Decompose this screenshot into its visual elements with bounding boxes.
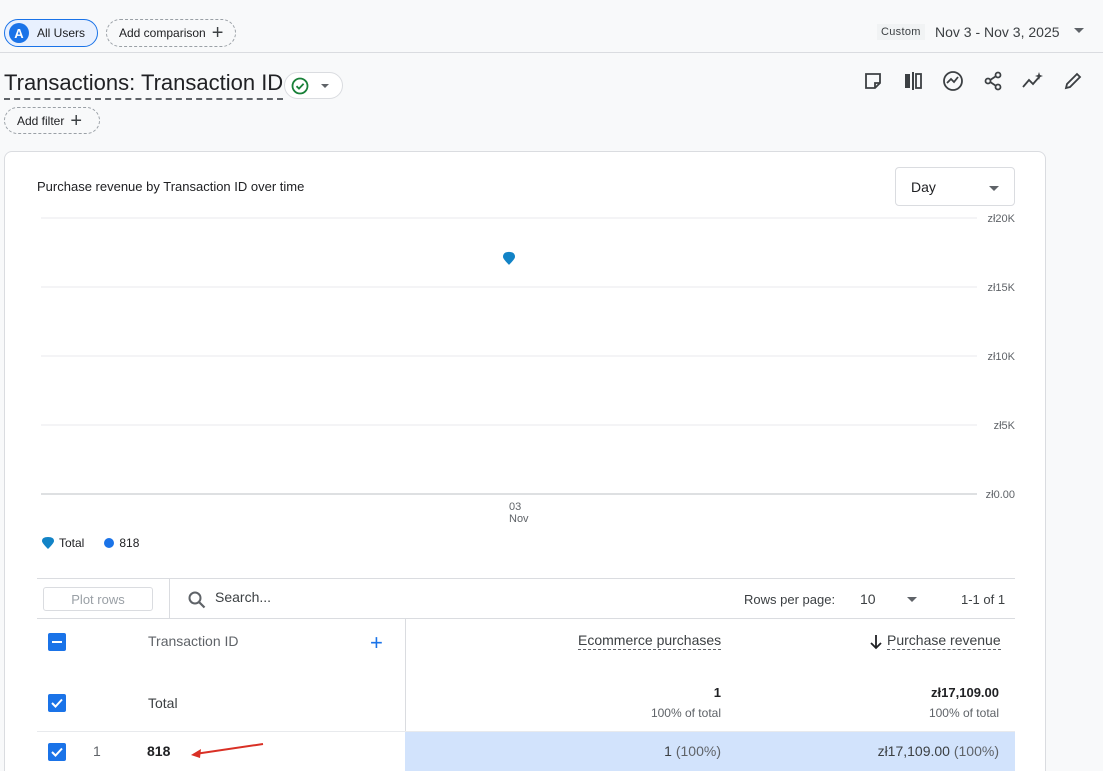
purchases-value: 1 [664,743,672,759]
x-tick-label: Nov [509,513,529,525]
line-chart: zł20K zł15K zł10K zł5K zł0.00 03Nov [41,213,1016,525]
data-point-total[interactable] [503,251,515,265]
segment-avatar: A [9,23,29,43]
rows-per-page-select[interactable]: 10 [860,591,876,607]
purchases-percent: (100%) [675,743,721,759]
date-range-picker[interactable]: Nov 3 - Nov 3, 2025 [935,24,1060,40]
check-icon [51,747,63,757]
column-header-purchase-revenue[interactable]: Purchase revenue [887,632,1001,650]
add-filter-button[interactable]: Add filter + [4,107,100,134]
total-label: Total [148,695,178,711]
rows-per-page-label: Rows per page: [744,592,836,607]
indeterminate-icon [52,641,62,643]
share-icon[interactable] [982,70,1004,92]
add-comparison-button[interactable]: Add comparison + [106,19,236,47]
compare-icon[interactable] [902,70,924,92]
check-circle-icon [291,77,309,95]
page-title[interactable]: Transactions: Transaction ID [4,70,284,100]
column-header-ecommerce-purchases[interactable]: Ecommerce purchases [578,632,722,650]
add-comparison-label: Add comparison [119,26,206,40]
chevron-down-icon[interactable] [1074,28,1084,33]
legend-total-marker [42,537,54,549]
revenue-cell: zł17,109.00 (100%) [878,743,999,759]
total-purchases-percent: 100% of total [650,706,721,720]
table-toolbar: Plot rows Rows per page: 10 1-1 of 1 [37,578,1015,619]
legend-total-label: Total [59,536,85,550]
y-tick-label: zł0.00 [986,489,1015,501]
row-index: 1 [93,743,101,759]
edit-icon[interactable] [1062,70,1084,92]
note-icon[interactable] [862,70,884,92]
divider [405,619,406,731]
search-icon [188,591,206,609]
add-dimension-icon[interactable]: + [370,632,383,654]
y-tick-label: zł5K [994,420,1016,432]
segment-label: All Users [37,26,86,40]
plus-icon: + [211,22,224,44]
trend-icon[interactable] [1022,70,1044,92]
total-revenue: zł17,109.00 [931,685,999,700]
annotation-arrow [191,743,264,758]
x-tick-label: 03 [509,501,521,513]
y-tick-label: zł15K [987,282,1015,294]
chart-legend: Total 818 [41,536,139,550]
report-card: Purchase revenue by Transaction ID over … [4,151,1046,771]
select-all-checkbox[interactable] [48,633,66,651]
transaction-id-cell[interactable]: 818 [147,743,170,759]
revenue-value: zł17,109.00 [877,743,950,759]
table-header: Transaction ID + Ecommerce purchases Pur… [37,619,1015,731]
legend-series-marker [104,538,115,548]
insights-icon[interactable] [942,70,964,92]
legend-series-label: 818 [119,536,140,550]
check-icon [51,698,63,708]
purchases-cell: 1 (100%) [664,743,721,759]
segment-chip[interactable]: A All Users [4,19,98,47]
row-checkbox[interactable] [48,743,66,761]
revenue-percent: (100%) [953,743,999,759]
total-revenue-percent: 100% of total [928,706,999,720]
search-input[interactable] [215,589,415,605]
report-status-button[interactable] [284,72,343,99]
report-toolbar [862,70,1084,92]
chevron-down-icon [321,84,329,88]
plus-icon: + [70,109,83,132]
sort-arrow-down-icon[interactable] [869,634,883,650]
pagination-text: 1-1 of 1 [961,592,1006,607]
date-range-tag: Custom [877,24,925,40]
total-purchases: 1 [713,685,721,700]
divider [169,579,170,619]
column-header-transaction-id[interactable]: Transaction ID [148,633,239,649]
table-row[interactable]: 1 818 1 (100%) zł17,109.00 (100%) [37,731,1015,771]
y-tick-label: zł20K [987,213,1015,225]
top-bar: A All Users Add comparison + Custom Nov … [0,0,1103,53]
y-tick-label: zł10K [987,351,1015,363]
chevron-down-icon[interactable] [907,597,917,602]
add-filter-label: Add filter [17,113,65,128]
total-row-checkbox[interactable] [48,694,66,712]
plot-rows-button[interactable]: Plot rows [43,587,153,611]
